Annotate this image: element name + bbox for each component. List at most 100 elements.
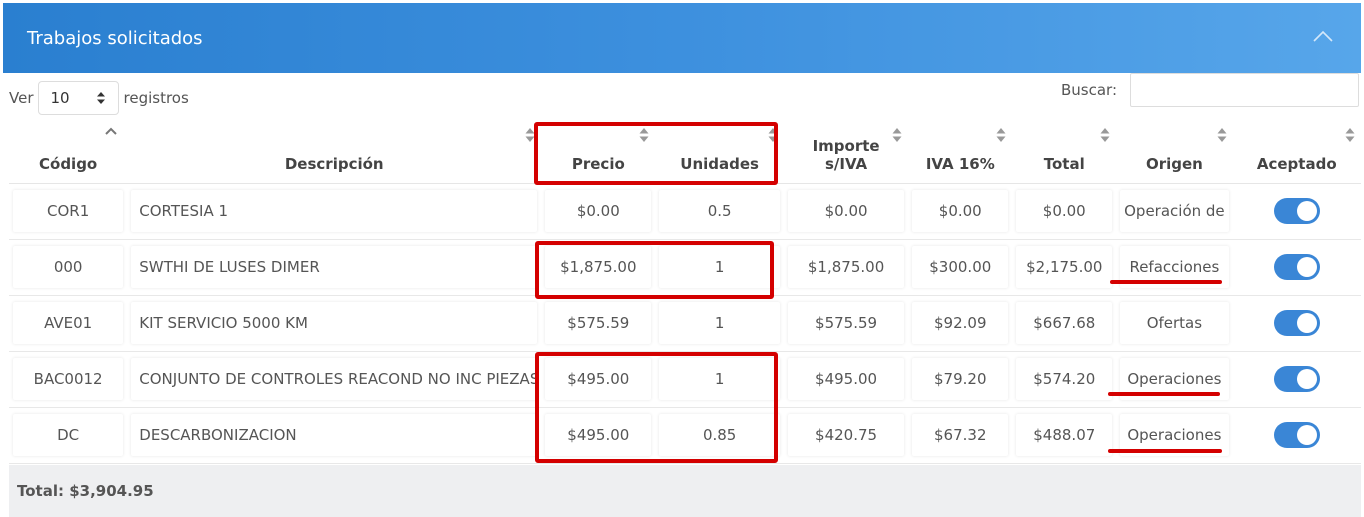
cell-origen: Operaciones — [1120, 414, 1229, 456]
cell-origen: Refacciones — [1120, 246, 1229, 288]
cell-unidades: 1 — [659, 358, 780, 400]
column-label-precio: Precio — [571, 154, 625, 173]
column-label-origen: Origen — [1145, 154, 1203, 173]
grand-total-label: Total: $3,904.95 — [17, 482, 154, 500]
cell-importe: $495.00 — [787, 358, 905, 400]
cell-iva: $0.00 — [912, 190, 1009, 232]
jobs-table: Código Descripción Precio Unidades Impor… — [9, 119, 1361, 464]
cell-importe: $0.00 — [787, 190, 905, 232]
column-label-importe-line2: s/IVA — [824, 154, 868, 173]
page-length-suffix: registros — [123, 89, 189, 107]
search-control: Buscar: — [1061, 73, 1359, 107]
cell-importe: $575.59 — [787, 302, 905, 344]
column-header-descripcion[interactable]: Descripción — [127, 119, 542, 184]
column-label-importe-line1: Importe — [812, 136, 880, 155]
cell-iva: $67.32 — [912, 414, 1009, 456]
sort-icon — [1345, 128, 1355, 142]
sort-icon — [996, 128, 1006, 142]
table-footer-total: Total: $3,904.95 — [9, 465, 1361, 517]
table-row: COR1 CORTESIA 1 $0.00 0.5 $0.00 $0.00 $0… — [9, 183, 1361, 240]
table-row: BAC0012 CONJUNTO DE CONTROLES REACOND NO… — [9, 351, 1361, 408]
panel-header: Trabajos solicitados — [3, 3, 1361, 73]
table-row: DC DESCARBONIZACION $495.00 0.85 $420.75… — [9, 407, 1361, 464]
toggle-knob — [1296, 369, 1317, 389]
cell-origen: Operación de — [1120, 190, 1229, 232]
cell-origen: Ofertas — [1120, 302, 1229, 344]
cell-iva: $79.20 — [912, 358, 1009, 400]
sort-icon — [768, 128, 778, 142]
column-header-importe[interactable]: Importe s/IVA — [783, 119, 909, 184]
cell-unidades: 0.85 — [659, 414, 780, 456]
cell-total: $667.68 — [1016, 302, 1113, 344]
cell-codigo: COR1 — [13, 190, 124, 232]
cell-precio: $575.59 — [545, 302, 652, 344]
cell-precio: $495.00 — [545, 358, 652, 400]
search-input[interactable] — [1130, 73, 1359, 107]
cell-descripcion: KIT SERVICIO 5000 KM — [131, 302, 538, 344]
column-label-aceptado: Aceptado — [1256, 154, 1337, 173]
column-label-descripcion: Descripción — [284, 154, 384, 173]
page-length-select[interactable]: 10 — [37, 81, 119, 115]
sort-icon — [1100, 128, 1110, 142]
toggle-knob — [1296, 201, 1317, 221]
page-length-value: 10 — [50, 89, 70, 107]
cell-descripcion: SWTHI DE LUSES DIMER — [131, 246, 538, 288]
cell-codigo: 000 — [13, 246, 124, 288]
panel-body: Ver 10 registros Buscar: Código Descripc… — [3, 73, 1361, 517]
sort-icon — [639, 128, 649, 142]
cell-unidades: 1 — [659, 302, 780, 344]
cell-total: $574.20 — [1016, 358, 1113, 400]
column-label-total: Total — [1043, 154, 1085, 173]
cell-descripcion: CONJUNTO DE CONTROLES REACOND NO INC PIE… — [131, 358, 538, 400]
cell-precio: $1,875.00 — [545, 246, 652, 288]
column-header-origen[interactable]: Origen — [1116, 119, 1233, 184]
cell-codigo: AVE01 — [13, 302, 124, 344]
chevron-up-icon[interactable] — [1311, 27, 1335, 45]
panel-title: Trabajos solicitados — [27, 27, 203, 49]
cell-descripcion: DESCARBONIZACION — [131, 414, 538, 456]
cell-iva: $92.09 — [912, 302, 1009, 344]
column-header-unidades[interactable]: Unidades — [655, 119, 784, 184]
column-header-iva[interactable]: IVA 16% — [908, 119, 1013, 184]
toggle-knob — [1296, 425, 1317, 445]
sort-icon — [525, 128, 535, 142]
column-header-precio[interactable]: Precio — [541, 119, 656, 184]
cell-precio: $495.00 — [545, 414, 652, 456]
accepted-toggle[interactable] — [1273, 254, 1320, 280]
accepted-toggle[interactable] — [1273, 198, 1320, 224]
cell-codigo: DC — [13, 414, 124, 456]
sort-ascending-icon — [105, 127, 117, 135]
cell-descripcion: CORTESIA 1 — [131, 190, 538, 232]
column-label-iva: IVA 16% — [925, 154, 995, 173]
sort-icon — [892, 128, 902, 142]
page-length-prefix: Ver — [9, 89, 34, 107]
column-label-unidades: Unidades — [680, 154, 759, 173]
table-header-row: Código Descripción Precio Unidades Impor… — [9, 119, 1361, 184]
column-label-codigo: Código — [39, 154, 98, 173]
accepted-toggle[interactable] — [1273, 422, 1320, 448]
table-row: AVE01 KIT SERVICIO 5000 KM $575.59 1 $57… — [9, 295, 1361, 352]
cell-precio: $0.00 — [545, 190, 652, 232]
accepted-toggle[interactable] — [1273, 366, 1320, 392]
column-header-total[interactable]: Total — [1012, 119, 1117, 184]
column-header-aceptado[interactable]: Aceptado — [1232, 119, 1361, 184]
cell-origen: Operaciones — [1120, 358, 1229, 400]
cell-iva: $300.00 — [912, 246, 1009, 288]
cell-total: $2,175.00 — [1016, 246, 1113, 288]
select-arrows-icon — [96, 92, 105, 104]
cell-unidades: 0.5 — [659, 190, 780, 232]
column-header-codigo[interactable]: Código — [9, 119, 128, 184]
table-row: 000 SWTHI DE LUSES DIMER $1,875.00 1 $1,… — [9, 239, 1361, 296]
cell-total: $488.07 — [1016, 414, 1113, 456]
toggle-knob — [1296, 313, 1317, 333]
cell-total: $0.00 — [1016, 190, 1113, 232]
cell-codigo: BAC0012 — [13, 358, 124, 400]
sort-icon — [1217, 128, 1226, 142]
search-label: Buscar: — [1060, 81, 1117, 99]
accepted-toggle[interactable] — [1273, 310, 1320, 336]
cell-importe: $420.75 — [787, 414, 905, 456]
toggle-knob — [1296, 257, 1317, 277]
page-length-control: Ver 10 registros — [9, 81, 189, 115]
cell-unidades: 1 — [659, 246, 780, 288]
cell-importe: $1,875.00 — [787, 246, 905, 288]
